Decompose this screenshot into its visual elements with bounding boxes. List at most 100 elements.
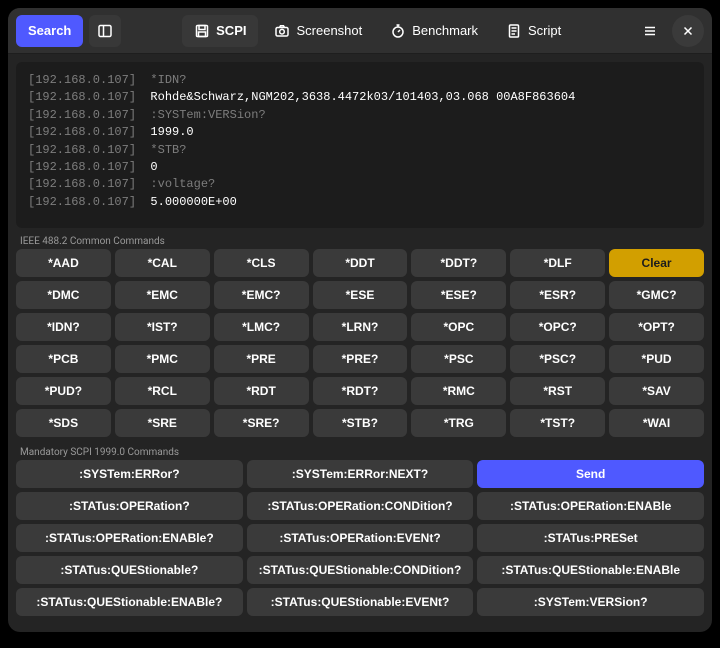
terminal-line: [192.168.0.107] 5.000000E+00 [28,194,692,211]
ieee-cmd-button[interactable]: *PRE? [313,345,408,373]
tab-screenshot[interactable]: Screenshot [262,15,374,47]
ieee-cmd-button[interactable]: *ESE? [411,281,506,309]
ieee-cmd-button[interactable]: *LRN? [313,313,408,341]
scpi-cmd-button[interactable]: :SYSTem:VERSion? [477,588,704,616]
ieee-cmd-button[interactable]: *PUD [609,345,704,373]
terminal-address: [192.168.0.107] [28,73,150,87]
scpi-command-grid: :SYSTem:ERRor?:SYSTem:ERRor:NEXT?Send:ST… [16,460,704,616]
terminal-line: [192.168.0.107] Rohde&Schwarz,NGM202,363… [28,89,692,106]
terminal-recv: 5.000000E+00 [150,195,236,209]
ieee-cmd-button[interactable]: *IST? [115,313,210,341]
ieee-cmd-button[interactable]: *IDN? [16,313,111,341]
ieee-cmd-button[interactable]: *CLS [214,249,309,277]
ieee-cmd-button[interactable]: *TRG [411,409,506,437]
scpi-cmd-button[interactable]: :STATus:OPERation? [16,492,243,520]
ieee-cmd-button[interactable]: *DDT [313,249,408,277]
menu-button[interactable] [634,15,666,47]
ieee-cmd-button[interactable]: *RDT? [313,377,408,405]
send-button[interactable]: Send [477,460,704,488]
scpi-cmd-button[interactable]: :STATus:OPERation:EVENt? [247,524,474,552]
ieee-cmd-button[interactable]: *SRE [115,409,210,437]
ieee-cmd-button[interactable]: *SRE? [214,409,309,437]
terminal-address: [192.168.0.107] [28,160,150,174]
ieee-cmd-button[interactable]: *CAL [115,249,210,277]
search-button[interactable]: Search [16,15,83,47]
tab-script[interactable]: Script [494,15,573,47]
ieee-cmd-button[interactable]: *EMC [115,281,210,309]
ieee-cmd-button[interactable]: *TST? [510,409,605,437]
ieee-cmd-button[interactable]: *AAD [16,249,111,277]
ieee-cmd-button[interactable]: *PCB [16,345,111,373]
ieee-cmd-button[interactable]: *RCL [115,377,210,405]
ieee-cmd-button[interactable]: *DLF [510,249,605,277]
scpi-cmd-button[interactable]: :STATus:PRESet [477,524,704,552]
terminal-recv: 1999.0 [150,125,193,139]
header-bar: Search SCPI Screenshot [8,8,712,54]
scpi-cmd-button[interactable]: :STATus:QUEStionable:ENABle [477,556,704,584]
scpi-cmd-button[interactable]: :STATus:QUEStionable:EVENt? [247,588,474,616]
terminal-sent: *STB? [150,143,186,157]
terminal-sent: *IDN? [150,73,186,87]
scpi-section-label: Mandatory SCPI 1999.0 Commands [8,443,712,460]
ieee-cmd-button[interactable]: *LMC? [214,313,309,341]
ieee-cmd-button[interactable]: *ESE [313,281,408,309]
scpi-cmd-button[interactable]: :STATus:QUEStionable? [16,556,243,584]
terminal-address: [192.168.0.107] [28,108,150,122]
stopwatch-icon [390,23,406,39]
ieee-cmd-button[interactable]: *PUD? [16,377,111,405]
ieee-cmd-button[interactable]: *PSC? [510,345,605,373]
terminal-address: [192.168.0.107] [28,90,150,104]
ieee-cmd-button[interactable]: *STB? [313,409,408,437]
search-button-label: Search [28,23,71,38]
scpi-cmd-button[interactable]: :STATus:OPERation:CONDition? [247,492,474,520]
tab-benchmark[interactable]: Benchmark [378,15,490,47]
tab-scpi-label: SCPI [216,23,246,38]
ieee-cmd-button[interactable]: *DMC [16,281,111,309]
app-window: Search SCPI Screenshot [8,8,712,632]
tab-scpi[interactable]: SCPI [182,15,258,47]
clear-button[interactable]: Clear [609,249,704,277]
sidebar-toggle-button[interactable] [89,15,121,47]
terminal-sent: :voltage? [150,177,215,191]
tab-screenshot-label: Screenshot [296,23,362,38]
ieee-cmd-button[interactable]: *OPC [411,313,506,341]
terminal-address: [192.168.0.107] [28,195,150,209]
ieee-cmd-button[interactable]: *DDT? [411,249,506,277]
close-button[interactable] [672,15,704,47]
scpi-cmd-button[interactable]: :STATus:QUEStionable:CONDition? [247,556,474,584]
terminal-address: [192.168.0.107] [28,177,150,191]
ieee-cmd-button[interactable]: *PRE [214,345,309,373]
ieee-cmd-button[interactable]: *WAI [609,409,704,437]
ieee-cmd-button[interactable]: *SDS [16,409,111,437]
scpi-cmd-button[interactable]: :SYSTem:ERRor:NEXT? [247,460,474,488]
ieee-command-grid: *AAD*CAL*CLS*DDT*DDT?*DLFClear*DMC*EMC*E… [16,249,704,437]
ieee-cmd-button[interactable]: *EMC? [214,281,309,309]
sidebar-icon [97,23,113,39]
terminal-line: [192.168.0.107] 0 [28,159,692,176]
terminal-line: [192.168.0.107] *STB? [28,142,692,159]
tab-script-label: Script [528,23,561,38]
terminal-recv: 0 [150,160,157,174]
ieee-cmd-button[interactable]: *RMC [411,377,506,405]
terminal-line: [192.168.0.107] :voltage? [28,176,692,193]
terminal-recv: Rohde&Schwarz,NGM202,3638.4472k03/101403… [150,90,575,104]
ieee-cmd-button[interactable]: *OPT? [609,313,704,341]
scpi-cmd-button[interactable]: :STATus:QUEStionable:ENABle? [16,588,243,616]
scpi-cmd-button[interactable]: :STATus:OPERation:ENABle? [16,524,243,552]
ieee-cmd-button[interactable]: *OPC? [510,313,605,341]
ieee-cmd-button[interactable]: *GMC? [609,281,704,309]
ieee-cmd-button[interactable]: *SAV [609,377,704,405]
terminal-output[interactable]: [192.168.0.107] *IDN?[192.168.0.107] Roh… [16,62,704,228]
terminal-address: [192.168.0.107] [28,125,150,139]
ieee-cmd-button[interactable]: *ESR? [510,281,605,309]
ieee-cmd-button[interactable]: *RST [510,377,605,405]
scpi-cmd-button[interactable]: :SYSTem:ERRor? [16,460,243,488]
terminal-sent: :SYSTem:VERSion? [150,108,265,122]
scpi-cmd-button[interactable]: :STATus:OPERation:ENABle [477,492,704,520]
ieee-cmd-button[interactable]: *RDT [214,377,309,405]
ieee-cmd-button[interactable]: *PSC [411,345,506,373]
ieee-cmd-button[interactable]: *PMC [115,345,210,373]
hamburger-icon [642,23,658,39]
tab-benchmark-label: Benchmark [412,23,478,38]
save-icon [194,23,210,39]
